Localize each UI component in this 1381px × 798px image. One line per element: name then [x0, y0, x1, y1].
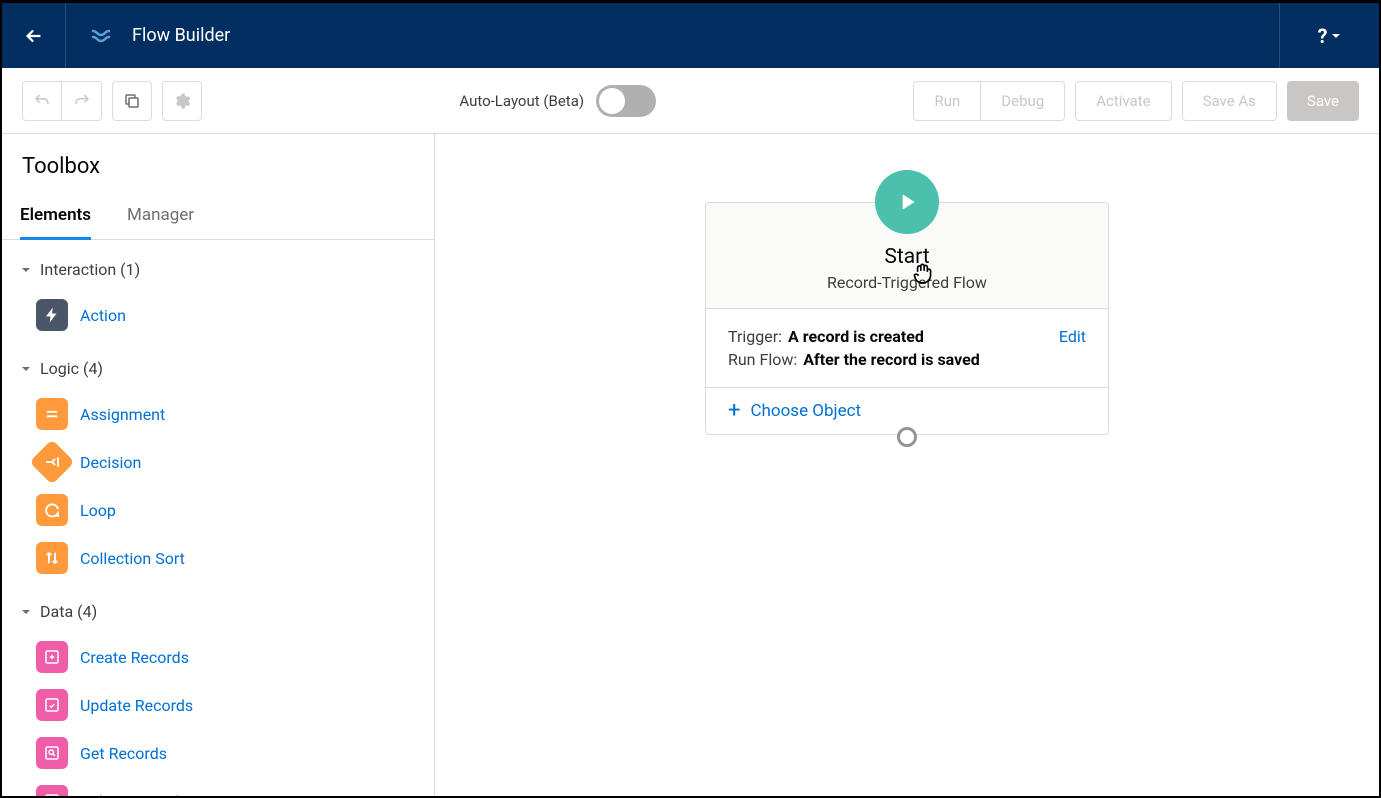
redo-icon	[73, 92, 91, 110]
toolbar: Auto-Layout (Beta) Run Debug Activate Sa…	[2, 68, 1379, 134]
copy-icon	[123, 92, 141, 110]
element-label: Delete Records	[80, 792, 187, 797]
assignment-icon	[36, 398, 68, 430]
element-label: Loop	[80, 501, 116, 520]
grab-cursor-icon	[910, 260, 936, 286]
back-button[interactable]	[2, 3, 66, 68]
group-interaction: Interaction (1) Action	[2, 240, 434, 339]
flow-canvas[interactable]: Start Record-Triggered Flow Trigger: A r…	[435, 134, 1379, 796]
app-title: Flow Builder	[132, 25, 230, 46]
element-label: Action	[80, 306, 126, 325]
element-get-records[interactable]: Get Records	[36, 729, 416, 777]
undo-redo-group	[22, 81, 102, 121]
start-card-body: Trigger: A record is created Edit Run Fl…	[706, 309, 1108, 388]
run-button[interactable]: Run	[914, 82, 981, 120]
auto-layout-toggle[interactable]	[596, 85, 656, 117]
copy-button[interactable]	[112, 81, 152, 121]
element-label: Create Records	[80, 648, 189, 667]
decision-icon	[29, 439, 74, 484]
element-label: Update Records	[80, 696, 193, 715]
auto-layout-label: Auto-Layout (Beta)	[459, 92, 584, 110]
app-logo-area: Flow Builder	[66, 3, 241, 68]
element-decision[interactable]: Decision	[36, 438, 416, 486]
element-action[interactable]: Action	[36, 291, 416, 339]
chevron-down-icon	[20, 264, 32, 276]
caret-down-icon	[1331, 31, 1341, 41]
undo-icon	[33, 92, 51, 110]
chevron-down-icon	[20, 363, 32, 375]
undo-button[interactable]	[23, 82, 62, 120]
choose-object-label: Choose Object	[750, 401, 861, 421]
group-logic: Logic (4) Assignment Decision	[2, 339, 434, 582]
chevron-down-icon	[20, 606, 32, 618]
element-label: Decision	[80, 453, 141, 472]
main-area: Toolbox Elements Manager Interaction (1)…	[2, 134, 1379, 796]
redo-button[interactable]	[62, 82, 101, 120]
toolbox-sidebar: Toolbox Elements Manager Interaction (1)…	[2, 134, 435, 796]
element-label: Collection Sort	[80, 549, 185, 568]
delete-records-icon	[36, 785, 68, 796]
runflow-value: After the record is saved	[803, 350, 980, 369]
element-collection-sort[interactable]: Collection Sort	[36, 534, 416, 582]
start-card: Start Record-Triggered Flow Trigger: A r…	[705, 202, 1109, 435]
activate-button[interactable]: Activate	[1075, 81, 1171, 121]
toolbox-title: Toolbox	[2, 134, 434, 195]
loop-icon	[36, 494, 68, 526]
arrow-left-icon	[23, 25, 45, 47]
flow-icon	[90, 24, 114, 48]
debug-button[interactable]: Debug	[981, 82, 1064, 120]
trigger-label: Trigger:	[728, 327, 782, 346]
element-label: Get Records	[80, 744, 167, 763]
group-header-data[interactable]: Data (4)	[20, 596, 416, 627]
group-label: Logic (4)	[40, 359, 103, 378]
toggle-knob	[599, 88, 625, 114]
save-button[interactable]: Save	[1287, 81, 1359, 121]
run-debug-group: Run Debug	[913, 81, 1065, 121]
start-node[interactable]	[875, 170, 939, 234]
trigger-value: A record is created	[788, 327, 924, 346]
update-records-icon	[36, 689, 68, 721]
start-title: Start	[726, 245, 1088, 269]
play-icon	[894, 189, 920, 215]
group-header-logic[interactable]: Logic (4)	[20, 353, 416, 384]
help-icon: ?	[1318, 24, 1328, 48]
group-header-interaction[interactable]: Interaction (1)	[20, 254, 416, 285]
get-records-icon	[36, 737, 68, 769]
toolbox-tabs: Elements Manager	[2, 195, 434, 240]
element-label: Assignment	[80, 405, 165, 424]
group-label: Interaction (1)	[40, 260, 140, 279]
gear-icon	[173, 92, 191, 110]
plus-icon: +	[728, 400, 740, 422]
group-label: Data (4)	[40, 602, 97, 621]
element-create-records[interactable]: Create Records	[36, 633, 416, 681]
element-update-records[interactable]: Update Records	[36, 681, 416, 729]
tab-elements[interactable]: Elements	[20, 195, 91, 240]
start-subtitle: Record-Triggered Flow	[726, 273, 1088, 292]
connector-endpoint[interactable]	[897, 427, 917, 447]
settings-button[interactable]	[162, 81, 202, 121]
tab-manager[interactable]: Manager	[127, 195, 194, 239]
action-icon	[36, 299, 68, 331]
help-menu[interactable]: ?	[1279, 3, 1379, 68]
sort-icon	[36, 542, 68, 574]
element-loop[interactable]: Loop	[36, 486, 416, 534]
runflow-label: Run Flow:	[728, 350, 797, 369]
edit-trigger-link[interactable]: Edit	[1059, 327, 1086, 346]
save-as-button[interactable]: Save As	[1182, 81, 1277, 121]
create-records-icon	[36, 641, 68, 673]
group-data: Data (4) Create Records Update Records	[2, 582, 434, 796]
element-delete-records[interactable]: Delete Records	[36, 777, 416, 796]
app-header: Flow Builder ?	[2, 2, 1379, 68]
element-assignment[interactable]: Assignment	[36, 390, 416, 438]
